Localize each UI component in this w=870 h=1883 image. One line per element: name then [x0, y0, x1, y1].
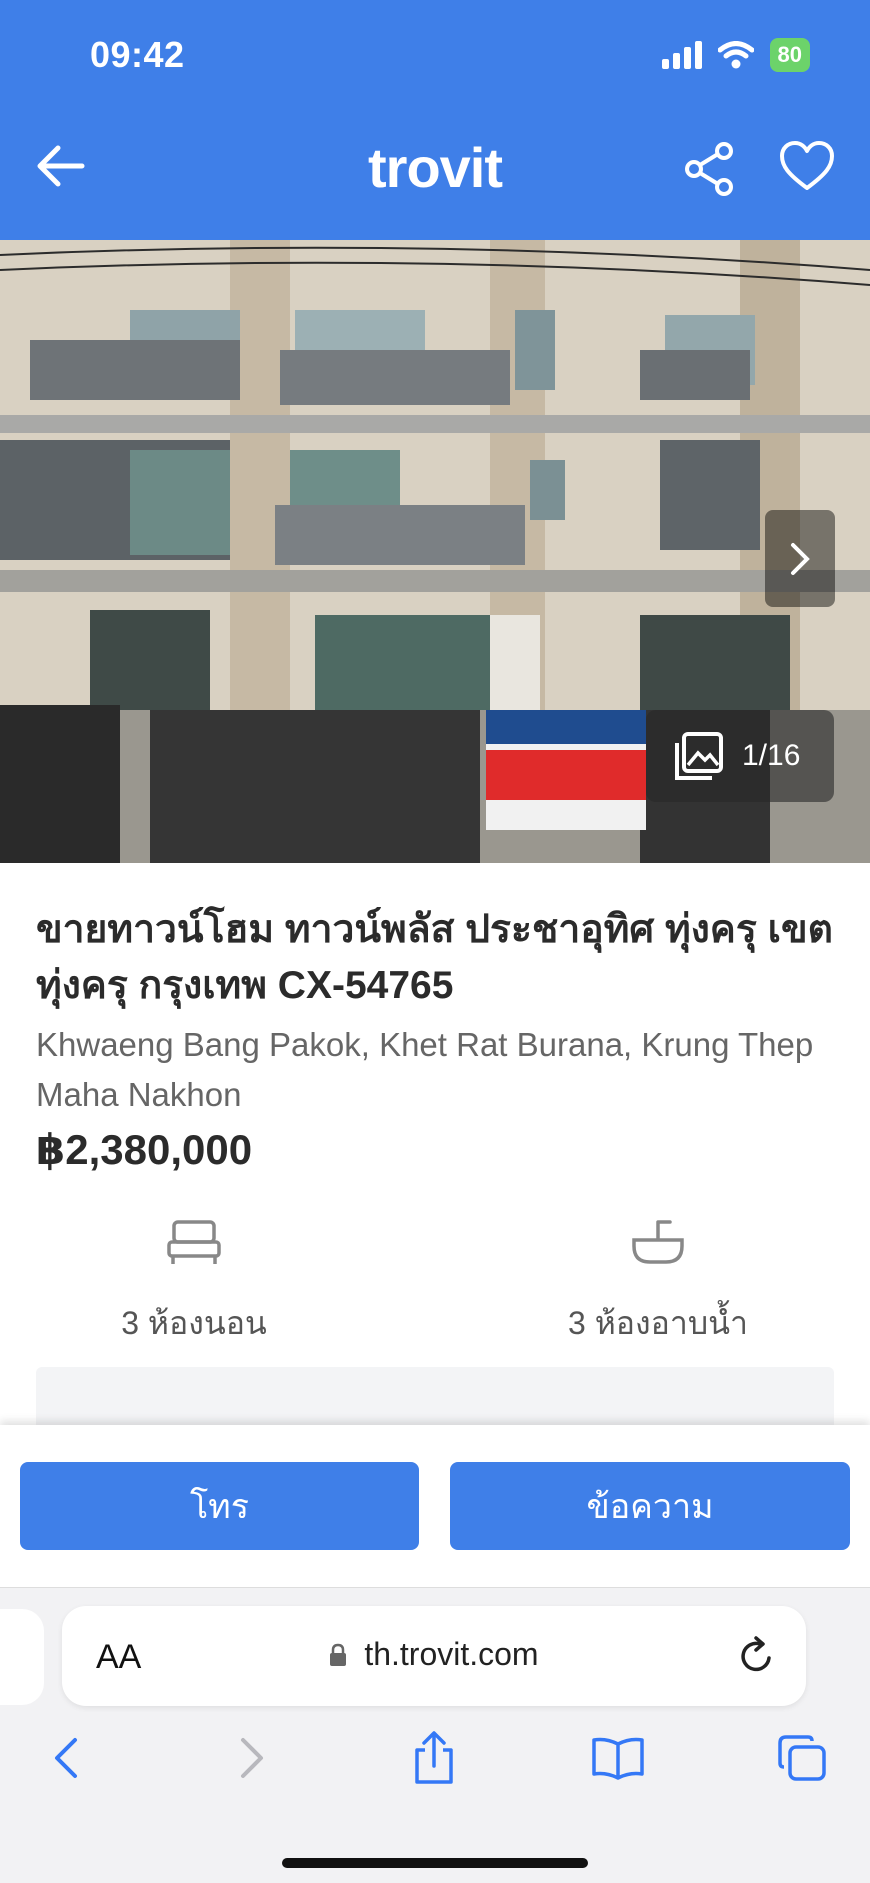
- bathrooms-label: 3 ห้องอาบน้ำ: [568, 1305, 748, 1341]
- home-indicator: [282, 1858, 588, 1868]
- brand-logo: trovit: [368, 136, 503, 199]
- bedrooms-feature: 3 ห้องนอน: [44, 1218, 344, 1349]
- share-icon[interactable]: [682, 141, 736, 197]
- url-label: th.trovit.com: [364, 1636, 539, 1672]
- listing-photo[interactable]: 1/16: [0, 240, 870, 863]
- reload-icon[interactable]: [738, 1636, 776, 1676]
- call-button[interactable]: โทร: [20, 1462, 419, 1550]
- previous-tab-peek[interactable]: [0, 1609, 44, 1705]
- photo-counter[interactable]: 1/16: [646, 710, 834, 802]
- tabs-button[interactable]: [772, 1728, 832, 1788]
- lock-icon: [330, 1643, 347, 1666]
- listing-address: Khwaeng Bang Pakok, Khet Rat Burana, Kru…: [36, 1026, 814, 1113]
- tabs-icon: [778, 1735, 826, 1781]
- next-photo-button[interactable]: [765, 510, 835, 607]
- address-bar[interactable]: AA th.trovit.com: [62, 1606, 806, 1706]
- browser-toolbar: [0, 1728, 870, 1808]
- signal-icon: [661, 41, 702, 69]
- listing-price: ฿2,380,000: [36, 1126, 253, 1173]
- chevron-left-icon: [55, 1738, 77, 1778]
- bathrooms-feature: 3 ห้องอาบน้ำ: [508, 1218, 808, 1349]
- chevron-right-icon: [241, 1738, 263, 1778]
- status-time: 09:42: [90, 34, 185, 75]
- favorite-heart-icon[interactable]: [778, 138, 836, 194]
- message-button[interactable]: ข้อความ: [450, 1462, 850, 1550]
- bed-icon: [167, 1220, 221, 1264]
- wifi-icon: [717, 41, 754, 69]
- share-button[interactable]: [404, 1728, 464, 1788]
- action-bar: โทร ข้อความ: [0, 1425, 870, 1587]
- forward-button[interactable]: [222, 1728, 282, 1788]
- bathtub-icon: [632, 1220, 684, 1264]
- chevron-right-icon: [791, 542, 810, 575]
- bedrooms-label: 3 ห้องนอน: [121, 1305, 267, 1341]
- battery-indicator: 80: [769, 38, 810, 72]
- bookmarks-button[interactable]: [588, 1728, 648, 1788]
- status-icons: 80: [661, 38, 810, 72]
- app-header: 09:42 80 trovit: [0, 0, 870, 240]
- back-button[interactable]: [36, 1728, 96, 1788]
- photo-count-text: 1/16: [742, 739, 801, 772]
- url-text: th.trovit.com: [62, 1636, 806, 1673]
- book-icon: [592, 1737, 644, 1780]
- gallery-icon: [675, 732, 723, 780]
- share-icon: [415, 1731, 453, 1784]
- browser-chrome: AA th.trovit.com: [0, 1587, 870, 1883]
- listing-title: ขายทาวน์โฮม ทาวน์พลัส ประชาอุทิศ ทุ่งครุ…: [36, 908, 833, 1007]
